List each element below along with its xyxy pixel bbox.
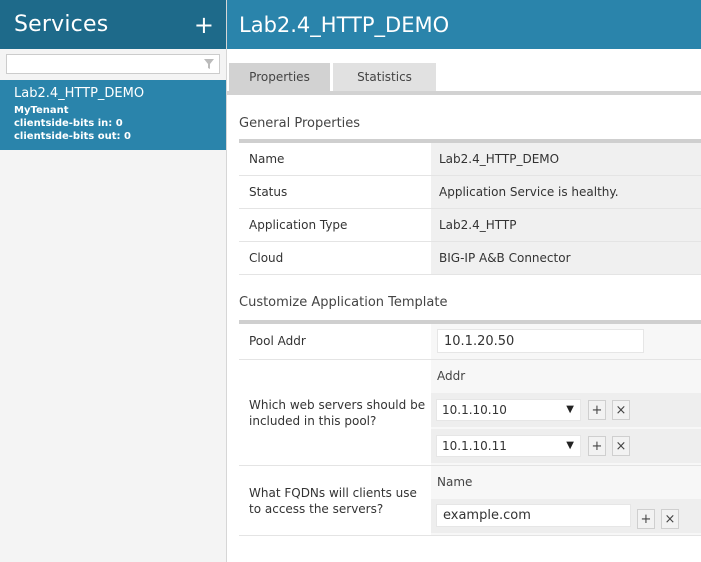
filter-box bbox=[6, 54, 220, 74]
property-value: Lab2.4_HTTP bbox=[431, 209, 701, 241]
property-row-name: Name Lab2.4_HTTP_DEMO bbox=[239, 143, 701, 176]
property-value: Application Service is healthy. bbox=[431, 176, 701, 208]
service-item-tenant: MyTenant bbox=[14, 105, 69, 116]
pool-addr-input[interactable] bbox=[437, 329, 644, 353]
tab-statistics-label: Statistics bbox=[357, 70, 412, 84]
general-properties-title: General Properties bbox=[239, 116, 361, 131]
funnel-icon[interactable] bbox=[204, 59, 214, 69]
content-panel: General Properties Name Lab2.4_HTTP_DEMO… bbox=[227, 95, 701, 562]
sidebar-title: Services bbox=[14, 12, 109, 37]
page-title: Lab2.4_HTTP_DEMO bbox=[239, 12, 450, 37]
property-label: Name bbox=[239, 143, 431, 175]
tab-statistics[interactable]: Statistics bbox=[333, 63, 436, 91]
main-header: Lab2.4_HTTP_DEMO bbox=[227, 0, 701, 49]
filter-input[interactable] bbox=[7, 55, 197, 73]
sidebar-header: Services + bbox=[0, 0, 226, 49]
service-list-item[interactable]: Lab2.4_HTTP_DEMO MyTenant clientside-bit… bbox=[0, 80, 226, 150]
fqdn-name-input[interactable] bbox=[436, 504, 631, 527]
filter-wrap bbox=[0, 49, 226, 79]
property-label: Cloud bbox=[239, 242, 431, 274]
template-section-title: Customize Application Template bbox=[239, 295, 448, 310]
chevron-down-icon: ▼ bbox=[566, 440, 574, 451]
server-addr-value: 10.1.10.11 bbox=[442, 439, 507, 453]
property-label: Application Type bbox=[239, 209, 431, 241]
property-value: BIG-IP A&B Connector bbox=[431, 242, 701, 274]
add-fqdn-button[interactable]: + bbox=[637, 509, 655, 529]
tab-properties[interactable]: Properties bbox=[229, 63, 330, 91]
property-value: Lab2.4_HTTP_DEMO bbox=[431, 143, 701, 175]
sidebar: Services + Lab2.4_HTTP_DEMO MyTenant cli… bbox=[0, 0, 227, 562]
service-item-name: Lab2.4_HTTP_DEMO bbox=[14, 86, 145, 101]
name-column-header: Name bbox=[437, 475, 473, 489]
server-addr-select[interactable]: 10.1.10.10 ▼ bbox=[436, 399, 581, 421]
add-server-button[interactable]: + bbox=[588, 436, 606, 456]
fqdns-label: What FQDNs will clients use to access th… bbox=[249, 486, 417, 516]
plus-icon[interactable]: + bbox=[194, 13, 214, 37]
pool-addr-label: Pool Addr bbox=[249, 334, 306, 348]
tab-bar: Properties Statistics bbox=[227, 49, 701, 96]
property-label: Status bbox=[239, 176, 431, 208]
service-item-bits-out: clientside-bits out: 0 bbox=[14, 131, 131, 142]
web-servers-label: Which web servers should be included in … bbox=[249, 398, 426, 428]
property-row-application-type: Application Type Lab2.4_HTTP bbox=[239, 209, 701, 242]
chevron-down-icon: ▼ bbox=[566, 404, 574, 415]
add-server-button[interactable]: + bbox=[588, 400, 606, 420]
remove-server-button[interactable]: × bbox=[612, 436, 630, 456]
property-row-status: Status Application Service is healthy. bbox=[239, 176, 701, 209]
server-addr-value: 10.1.10.10 bbox=[442, 403, 507, 417]
property-row-cloud: Cloud BIG-IP A&B Connector bbox=[239, 242, 701, 275]
tab-properties-label: Properties bbox=[249, 70, 310, 84]
service-item-bits-in: clientside-bits in: 0 bbox=[14, 118, 123, 129]
remove-server-button[interactable]: × bbox=[612, 400, 630, 420]
server-addr-select[interactable]: 10.1.10.11 ▼ bbox=[436, 435, 581, 457]
addr-column-header: Addr bbox=[437, 369, 466, 383]
remove-fqdn-button[interactable]: × bbox=[661, 509, 679, 529]
row-divider bbox=[239, 535, 701, 536]
